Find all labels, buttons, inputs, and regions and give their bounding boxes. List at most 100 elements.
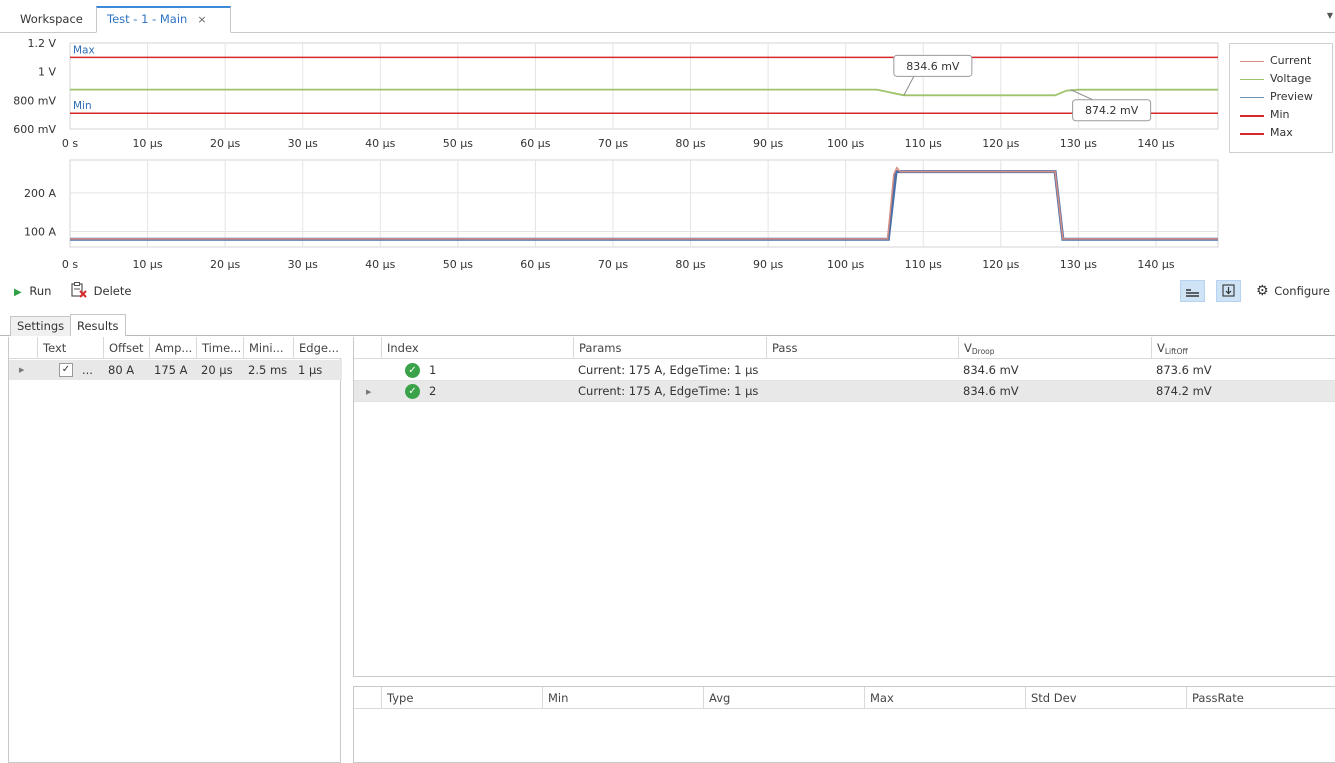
column-header-text[interactable]: Text [37, 337, 103, 359]
column-header-type[interactable]: Type [381, 687, 542, 709]
legend-label: Min [1270, 108, 1290, 121]
x-tick-label: 20 µs [210, 137, 240, 150]
column-header-index[interactable]: Index [381, 337, 573, 359]
x-tick-label: 10 µs [132, 137, 162, 150]
parameters-grid-header: Text Offset Amp... Time... Mini... Edge.… [9, 337, 342, 359]
x-tick-label: 110 µs [905, 258, 942, 271]
column-header-avg[interactable]: Avg [703, 687, 864, 709]
configure-button[interactable]: ⚙ Configure [1256, 281, 1330, 301]
x-tick-label: 60 µs [520, 258, 550, 271]
auto-scroll-toggle-button[interactable] [1216, 280, 1241, 302]
parameters-grid: Text Offset Amp... Time... Mini... Edge.… [8, 337, 342, 763]
tab-results[interactable]: Results [70, 314, 126, 336]
cell-index: 1 [429, 363, 437, 377]
chevron-down-icon[interactable]: ▼ [1327, 11, 1333, 20]
column-header-max[interactable]: Max [864, 687, 1025, 709]
cell-vliftoff: 874.2 mV [1156, 384, 1212, 398]
column-header-edge[interactable]: Edge... [293, 337, 342, 359]
column-header-vdroop[interactable]: VDroop [958, 337, 1151, 359]
tab-settings-label: Settings [17, 319, 65, 333]
app-window: Workspace Test - 1 - Main × ▼ 0 s 10 µs 20 … [0, 0, 1335, 763]
legend-label: Preview [1270, 90, 1313, 103]
x-tick-label: 60 µs [520, 137, 550, 150]
tab-test-main[interactable]: Test - 1 - Main × [96, 6, 231, 33]
voltage-chart: 0 s 10 µs 20 µs 30 µs 40 µs 50 µs 60 µs 70 µs 80… [13, 37, 1219, 150]
configure-label: Configure [1274, 284, 1330, 298]
cell-offset: 80 A [108, 363, 135, 377]
cell-edge: 1 µs [298, 363, 323, 377]
cell-params: Current: 175 A, EdgeTime: 1 µs [578, 384, 759, 398]
y-tick-label: 100 A [24, 226, 56, 239]
column-header-minimum[interactable]: Mini... [243, 337, 293, 359]
delete-label: Delete [93, 284, 132, 298]
x-tick-label: 0 s [62, 137, 78, 150]
column-header-std-dev[interactable]: Std Dev [1025, 687, 1186, 709]
x-tick-label: 50 µs [443, 137, 473, 150]
x-tick-label: 110 µs [905, 137, 942, 150]
tab-results-label: Results [77, 319, 119, 333]
column-header-vliftoff[interactable]: VLiftOff [1151, 337, 1335, 359]
results-row[interactable]: ✓ 1 Current: 175 A, EdgeTime: 1 µs 834.6… [354, 360, 1335, 381]
x-tick-label: 100 µs [827, 258, 864, 271]
vliftoff-sub: LiftOff [1164, 347, 1188, 356]
column-header-pass[interactable]: Pass [766, 337, 958, 359]
legend-item-current[interactable]: Current [1240, 54, 1332, 68]
x-tick-label: 70 µs [598, 258, 628, 271]
column-header-time[interactable]: Time... [196, 337, 243, 359]
x-tick-label: 10 µs [132, 258, 162, 271]
delete-button[interactable]: Delete [70, 281, 131, 301]
x-tick-label: 20 µs [210, 258, 240, 271]
cell-time: 20 µs [201, 363, 233, 377]
x-tick-label: 30 µs [288, 258, 318, 271]
legend-item-min[interactable]: Min [1240, 108, 1332, 122]
tab-settings[interactable]: Settings [10, 316, 72, 336]
cell-params: Current: 175 A, EdgeTime: 1 µs [578, 363, 759, 377]
x-tick-label: 90 µs [753, 137, 783, 150]
run-label: Run [29, 284, 52, 298]
results-row[interactable]: ▶ ✓ 2 Current: 175 A, EdgeTime: 1 µs 834… [354, 381, 1335, 402]
chart-view-toggle-button[interactable] [1180, 280, 1205, 302]
x-tick-label: 0 s [62, 258, 78, 271]
cell-vdroop: 834.6 mV [963, 363, 1019, 377]
x-tick-label: 70 µs [598, 137, 628, 150]
vdroop-sub: Droop [971, 347, 995, 356]
tab-workspace[interactable]: Workspace [10, 6, 93, 33]
tab-test-main-label: Test - 1 - Main [107, 12, 188, 26]
cell-vdroop: 834.6 mV [963, 384, 1019, 398]
legend-label: Voltage [1270, 72, 1312, 85]
expand-row-icon[interactable]: ▶ [19, 366, 24, 374]
pass-check-icon: ✓ [405, 363, 420, 378]
vdroop-base: V [964, 341, 972, 355]
legend-label: Max [1270, 126, 1293, 139]
parameters-row[interactable]: ▶ ✓ ... 80 A 175 A 20 µs 2.5 ms 1 µs [9, 360, 342, 380]
legend-swatch [1240, 133, 1264, 135]
column-header-amplitude[interactable]: Amp... [149, 337, 196, 359]
column-header-offset[interactable]: Offset [103, 337, 149, 359]
expand-row-icon[interactable]: ▶ [366, 388, 371, 396]
y-tick-label: 1 V [38, 66, 56, 79]
column-header-pass-rate[interactable]: PassRate [1186, 687, 1335, 709]
annotation-label: 834.6 mV [906, 60, 960, 73]
x-tick-label: 120 µs [982, 137, 1019, 150]
legend-item-max[interactable]: Max [1240, 126, 1332, 140]
download-box-icon [1222, 284, 1235, 297]
row-enabled-checkbox[interactable]: ✓ [59, 363, 73, 377]
y-tick-label: 600 mV [13, 123, 56, 136]
delete-clipboard-icon [71, 282, 87, 298]
column-header-params[interactable]: Params [573, 337, 766, 359]
cell-minimum: 2.5 ms [248, 363, 288, 377]
legend-item-voltage[interactable]: Voltage [1240, 72, 1332, 86]
legend-swatch [1240, 61, 1264, 62]
column-header-min[interactable]: Min [542, 687, 703, 709]
close-icon[interactable]: × [197, 13, 206, 26]
legend-item-preview[interactable]: Preview [1240, 90, 1332, 104]
x-tick-label: 40 µs [365, 258, 395, 271]
legend-label: Current [1270, 54, 1312, 67]
annotation-label: 874.2 mV [1085, 104, 1139, 117]
pass-check-icon: ✓ [405, 384, 420, 399]
run-button[interactable]: ▶ Run [14, 281, 51, 301]
align-lines-icon [1186, 289, 1199, 297]
y-tick-label: 800 mV [13, 94, 56, 107]
x-tick-label: 40 µs [365, 137, 395, 150]
toolbar: ▶ Run Delete ⚙ Configure [0, 278, 1335, 304]
